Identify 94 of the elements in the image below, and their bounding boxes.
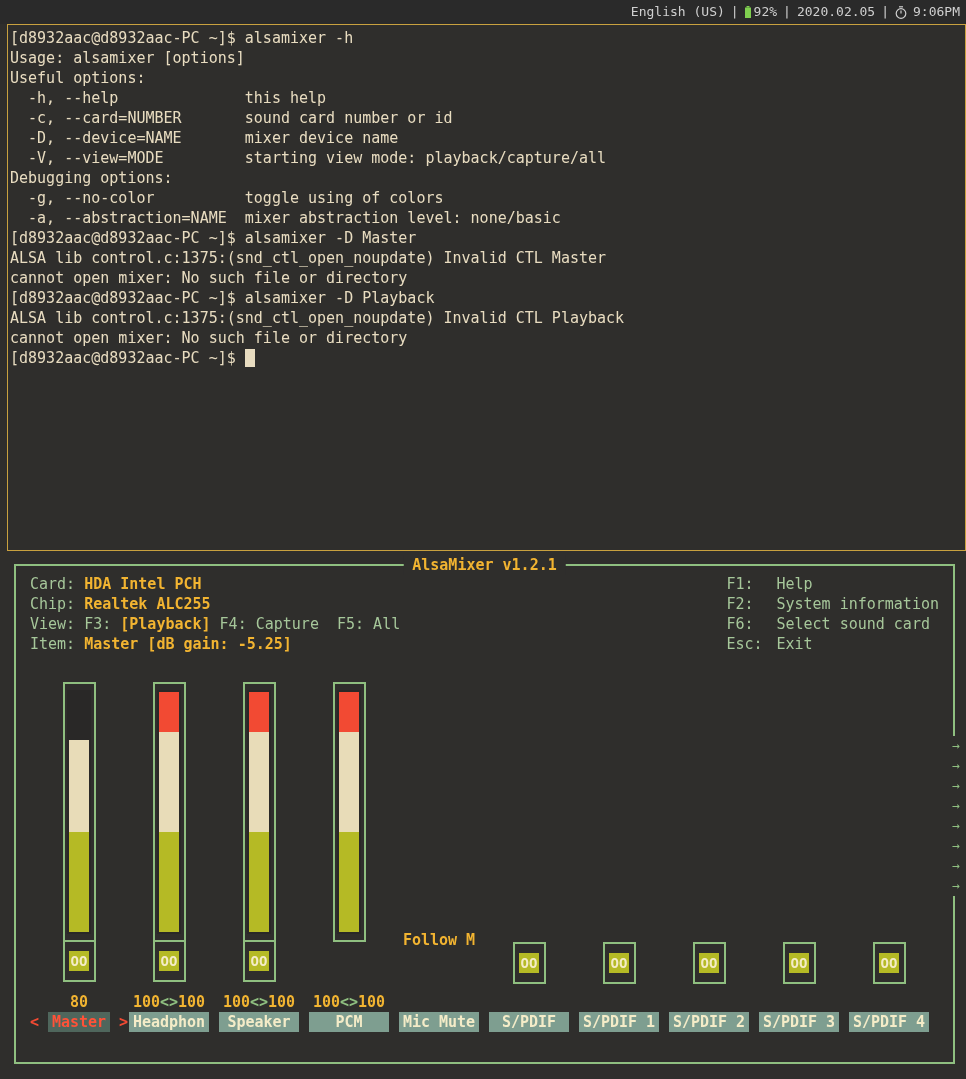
info-value: Master [dB gain: -5.25] bbox=[84, 634, 292, 654]
terminal-line: cannot open mixer: No such file or directory bbox=[10, 268, 408, 288]
terminal-line: ALSA lib control.c:1375:(snd_ctl_open_noupdate) Invalid CTL Playback bbox=[10, 308, 625, 328]
channel-name[interactable]: S/PDIF bbox=[489, 1012, 569, 1032]
volume-meter[interactable] bbox=[62, 682, 96, 942]
battery-icon bbox=[744, 6, 751, 18]
terminal-line: -h, --help this help bbox=[27, 88, 327, 108]
mute-switch[interactable]: OO bbox=[692, 942, 726, 984]
channel-name[interactable]: S/PDIF 3 bbox=[759, 1012, 839, 1032]
volume-value: 100 bbox=[178, 992, 206, 1012]
mute-state: OO bbox=[69, 951, 89, 971]
info-value: Realtek ALC255 bbox=[84, 594, 211, 614]
info-value: HDA Intel PCH bbox=[84, 574, 202, 594]
separator: | bbox=[783, 3, 791, 21]
terminal-line: -V, --view=MODE starting view mode: playback/capture/all bbox=[27, 148, 607, 168]
volume-value: 100 bbox=[312, 992, 340, 1012]
terminal-line: [d8932aac@d8932aac-PC ~]$ alsamixer -D Playback bbox=[10, 288, 435, 308]
info-label: Card: bbox=[30, 574, 76, 594]
key-label: Esc: bbox=[726, 634, 764, 654]
terminal-line: Usage: alsamixer [options] bbox=[10, 48, 245, 68]
mute-switch[interactable]: OO bbox=[152, 942, 186, 982]
info-label: F4: Capture F5: All bbox=[219, 614, 401, 634]
more-channels-arrow: → bbox=[952, 877, 960, 895]
channel-name[interactable]: PCM bbox=[309, 1012, 389, 1032]
mute-state: OO bbox=[699, 953, 719, 973]
stopwatch-icon bbox=[895, 5, 908, 19]
volume-value: 100 bbox=[268, 992, 296, 1012]
mute-state: OO bbox=[879, 953, 899, 973]
key-action: System information bbox=[776, 594, 939, 614]
mute-state: OO bbox=[519, 953, 539, 973]
terminal-line: -c, --card=NUMBER sound card number or id bbox=[27, 108, 453, 128]
clock-time: 9:06PM bbox=[913, 3, 960, 21]
mute-state: OO bbox=[159, 951, 179, 971]
mute-switch[interactable]: OO bbox=[62, 942, 96, 982]
more-channels-arrow: → bbox=[952, 837, 960, 855]
more-channels-arrow: → bbox=[952, 797, 960, 815]
separator: | bbox=[881, 3, 890, 21]
key-action: Exit bbox=[776, 634, 813, 654]
terminal-line: -D, --device=NAME mixer device name bbox=[27, 128, 399, 148]
volume-meter[interactable] bbox=[332, 682, 366, 942]
key-label: F1: bbox=[726, 574, 755, 594]
more-channels-arrow: → bbox=[952, 737, 960, 755]
terminal-line: -a, --abstraction=NAME mixer abstraction level: none/basic bbox=[27, 208, 561, 228]
volume-value: <> bbox=[339, 992, 359, 1012]
info-label: View: F3: bbox=[30, 614, 112, 634]
key-label: F6: bbox=[726, 614, 755, 634]
mute-state: OO bbox=[789, 953, 809, 973]
volume-meter[interactable] bbox=[152, 682, 186, 942]
mute-switch[interactable]: OO bbox=[242, 942, 276, 982]
language-indicator[interactable]: English (US) bbox=[630, 2, 725, 22]
mute-state: OO bbox=[609, 953, 629, 973]
selection-marker: < bbox=[30, 1012, 40, 1032]
volume-value: <> bbox=[249, 992, 269, 1012]
key-label: F2: bbox=[726, 594, 755, 614]
terminal-line: [d8932aac@d8932aac-PC ~]$ alsamixer -D Master bbox=[10, 228, 417, 248]
info-label: Item: bbox=[30, 634, 76, 654]
mute-state: OO bbox=[249, 951, 269, 971]
channel-name[interactable]: Mic Mute bbox=[399, 1012, 479, 1032]
terminal-line: cannot open mixer: No such file or directory bbox=[10, 328, 408, 348]
more-channels-arrow: → bbox=[952, 857, 960, 875]
volume-value: 100 bbox=[358, 992, 386, 1012]
mute-switch[interactable]: OO bbox=[872, 942, 906, 984]
channel-name[interactable]: S/PDIF 4 bbox=[849, 1012, 929, 1032]
date-text: 2020.02.05 bbox=[796, 3, 876, 21]
more-channels-arrow: → bbox=[952, 777, 960, 795]
battery-level: 92% bbox=[753, 3, 778, 21]
terminal-line: ALSA lib control.c:1375:(snd_ctl_open_noupdate) Invalid CTL Master bbox=[10, 248, 607, 268]
key-action: Help bbox=[776, 574, 813, 594]
more-channels-arrow: → bbox=[952, 757, 960, 775]
separator: | bbox=[730, 3, 739, 21]
channel-name[interactable]: S/PDIF 1 bbox=[579, 1012, 659, 1032]
mute-switch[interactable]: OO bbox=[782, 942, 816, 984]
volume-value: 100 bbox=[132, 992, 160, 1012]
volume-meter[interactable] bbox=[242, 682, 276, 942]
selection-marker: > bbox=[118, 1012, 128, 1032]
info-value: [Playback] bbox=[120, 614, 211, 634]
channel-name[interactable]: Headphon bbox=[129, 1012, 209, 1032]
channel-name[interactable]: Speaker bbox=[219, 1012, 299, 1032]
terminal-line: [d8932aac@d8932aac-PC ~]$ alsamixer -h bbox=[10, 28, 354, 48]
key-action: Select sound card bbox=[776, 614, 930, 634]
info-label: Chip: bbox=[30, 594, 76, 614]
terminal-line: Useful options: bbox=[10, 68, 146, 88]
channel-name[interactable]: Master bbox=[48, 1012, 110, 1032]
volume-value: 100 bbox=[222, 992, 250, 1012]
more-channels-arrow: → bbox=[952, 817, 960, 835]
mute-switch[interactable]: OO bbox=[512, 942, 546, 984]
terminal-line: Debugging options: bbox=[10, 168, 173, 188]
channel-name[interactable]: S/PDIF 2 bbox=[669, 1012, 749, 1032]
mute-switch[interactable]: OO bbox=[602, 942, 636, 984]
volume-value: 80 bbox=[69, 992, 89, 1012]
terminal-line: [d8932aac@d8932aac-PC ~]$ bbox=[10, 348, 236, 368]
option-value: Follow M bbox=[402, 930, 476, 950]
volume-value: <> bbox=[159, 992, 179, 1012]
terminal-line: -g, --no-color toggle using of colors bbox=[27, 188, 444, 208]
